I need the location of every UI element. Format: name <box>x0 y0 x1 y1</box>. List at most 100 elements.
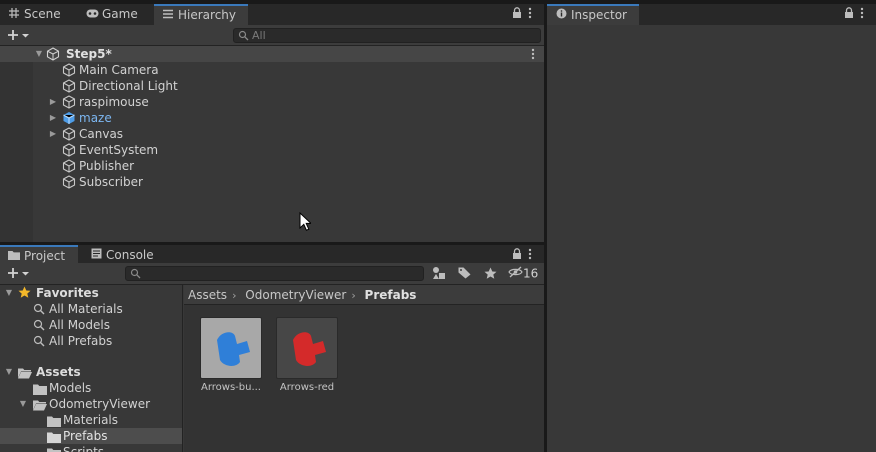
breadcrumb-item[interactable]: Assets <box>188 288 227 302</box>
scene-name: Step5* <box>66 47 112 61</box>
search-by-label-icon[interactable] <box>458 267 471 282</box>
kebab-menu-icon[interactable] <box>528 7 540 22</box>
favorite-item-label: All Materials <box>49 302 123 316</box>
hierarchy-tabbar: Scene Game Hierarchy <box>0 4 544 25</box>
asset-tile[interactable]: Arrows-red <box>260 311 350 397</box>
tab-project-label: Project <box>24 249 66 263</box>
hierarchy-item-label: Main Camera <box>79 63 159 77</box>
kebab-menu-icon[interactable] <box>860 7 872 22</box>
hierarchy-item-canvas[interactable]: ▶ Canvas <box>0 126 544 142</box>
create-asset-button[interactable] <box>6 264 32 282</box>
chevron-down-icon[interactable]: ▼ <box>4 285 14 301</box>
tab-scene-label: Scene <box>24 7 61 21</box>
lock-icon[interactable] <box>512 7 524 22</box>
kebab-menu-icon[interactable] <box>528 248 540 263</box>
tab-game[interactable]: Game <box>78 4 152 25</box>
hierarchy-item-directional-light[interactable]: Directional Light <box>0 78 544 94</box>
favorites-header[interactable]: ▼ Favorites <box>0 285 182 301</box>
hierarchy-item-raspimouse[interactable]: ▶ raspimouse <box>0 94 544 110</box>
favorite-item-label: All Models <box>49 318 110 332</box>
breadcrumb-item[interactable]: OdometryViewer <box>245 288 346 302</box>
info-icon <box>555 6 567 25</box>
inspector-panel: Inspector <box>547 4 876 452</box>
chevron-down-icon[interactable]: ▼ <box>18 396 28 412</box>
folder-item-label: Scripts <box>63 445 105 452</box>
hierarchy-toolbar: All <box>0 25 544 46</box>
arrows-prefab-icon <box>293 332 326 366</box>
folder-icon <box>47 447 61 452</box>
mouse-cursor-icon <box>299 211 313 234</box>
asset-thumbnail <box>276 317 338 379</box>
folder-item-scripts[interactable]: Scripts <box>0 444 182 452</box>
tab-game-label: Game <box>102 7 138 21</box>
star-favorite-icon[interactable] <box>484 267 497 283</box>
prefab-cube-icon <box>62 111 76 125</box>
project-asset-area: Assets › OdometryViewer › Prefabs Arrows-b… <box>184 285 544 452</box>
folder-item-materials[interactable]: Materials <box>0 412 182 428</box>
chevron-down-icon[interactable]: ▼ <box>34 46 44 62</box>
search-icon <box>130 268 141 279</box>
assets-label: Assets <box>36 365 81 379</box>
hierarchy-item-publisher[interactable]: Publisher <box>0 158 544 174</box>
hierarchy-tab-controls <box>508 7 540 22</box>
hierarchy-item-main-camera[interactable]: Main Camera <box>0 62 544 78</box>
arrow-shape-red <box>293 332 326 366</box>
unity-scene-icon <box>46 47 60 61</box>
folder-open-icon <box>33 399 47 411</box>
lock-icon[interactable] <box>512 248 524 263</box>
arrows-prefab-icon <box>217 332 250 366</box>
search-icon <box>33 335 45 351</box>
folder-item-models[interactable]: Models <box>0 380 182 396</box>
tab-inspector[interactable]: Inspector <box>547 4 639 25</box>
hierarchy-item-subscriber[interactable]: Subscriber <box>0 174 544 190</box>
folder-icon <box>47 415 61 427</box>
folder-item-label: Materials <box>63 413 119 427</box>
lock-icon[interactable] <box>844 7 856 22</box>
tab-console-label: Console <box>106 248 154 262</box>
project-search-input[interactable] <box>125 266 424 281</box>
folder-item-odometryviewer[interactable]: ▼ OdometryViewer <box>0 396 182 412</box>
project-toolbar: 16 <box>0 263 544 285</box>
gameobject-cube-icon <box>62 159 76 173</box>
hierarchy-item-label: Subscriber <box>79 175 143 189</box>
chevron-down-icon[interactable]: ▼ <box>4 364 14 380</box>
hidden-packages-toggle[interactable]: 16 <box>508 266 538 281</box>
gamepad-icon <box>86 4 99 25</box>
folder-item-label: Models <box>49 381 92 395</box>
add-object-button[interactable] <box>6 26 32 44</box>
chevron-right-icon[interactable]: ▶ <box>48 94 58 110</box>
chevron-right-icon[interactable]: ▶ <box>48 126 58 142</box>
hierarchy-item-label: Canvas <box>79 127 124 141</box>
search-by-type-icon[interactable] <box>432 266 446 283</box>
scene-header-row[interactable]: ▼ Step5* <box>0 46 544 62</box>
tab-hierarchy-label: Hierarchy <box>178 8 237 22</box>
gameobject-cube-icon <box>62 127 76 141</box>
gameobject-cube-icon <box>62 95 76 109</box>
eye-slash-icon <box>508 266 523 282</box>
inspector-tab-controls <box>840 7 872 22</box>
chevron-right-icon[interactable]: ▶ <box>48 110 58 126</box>
breadcrumb-item-current[interactable]: Prefabs <box>365 288 417 302</box>
hierarchy-search-input[interactable]: All <box>233 28 541 43</box>
hierarchy-item-eventsystem[interactable]: EventSystem <box>0 142 544 158</box>
favorite-item-all-models[interactable]: All Models <box>0 317 182 333</box>
hierarchy-item-maze[interactable]: ▶ maze <box>0 110 544 126</box>
tab-inspector-label: Inspector <box>571 8 627 22</box>
favorite-item-all-prefabs[interactable]: All Prefabs <box>0 333 182 349</box>
tab-scene[interactable]: Scene <box>0 4 76 25</box>
search-icon <box>238 30 249 41</box>
hidden-count: 16 <box>523 266 539 281</box>
favorite-item-all-materials[interactable]: All Materials <box>0 301 182 317</box>
asset-thumbnail <box>200 317 262 379</box>
chevron-right-icon: › <box>232 289 237 302</box>
gameobject-cube-icon <box>62 79 76 93</box>
folder-icon <box>33 383 47 395</box>
hierarchy-item-label: Publisher <box>79 159 135 173</box>
hierarchy-item-label: raspimouse <box>79 95 149 109</box>
folder-item-prefabs[interactable]: Prefabs <box>0 428 182 444</box>
assets-header[interactable]: ▼ Assets <box>0 364 182 380</box>
tab-hierarchy[interactable]: Hierarchy <box>154 4 248 25</box>
inspector-tabbar: Inspector <box>547 4 876 25</box>
favorite-item-label: All Prefabs <box>49 334 113 348</box>
project-tab-controls <box>508 248 540 263</box>
